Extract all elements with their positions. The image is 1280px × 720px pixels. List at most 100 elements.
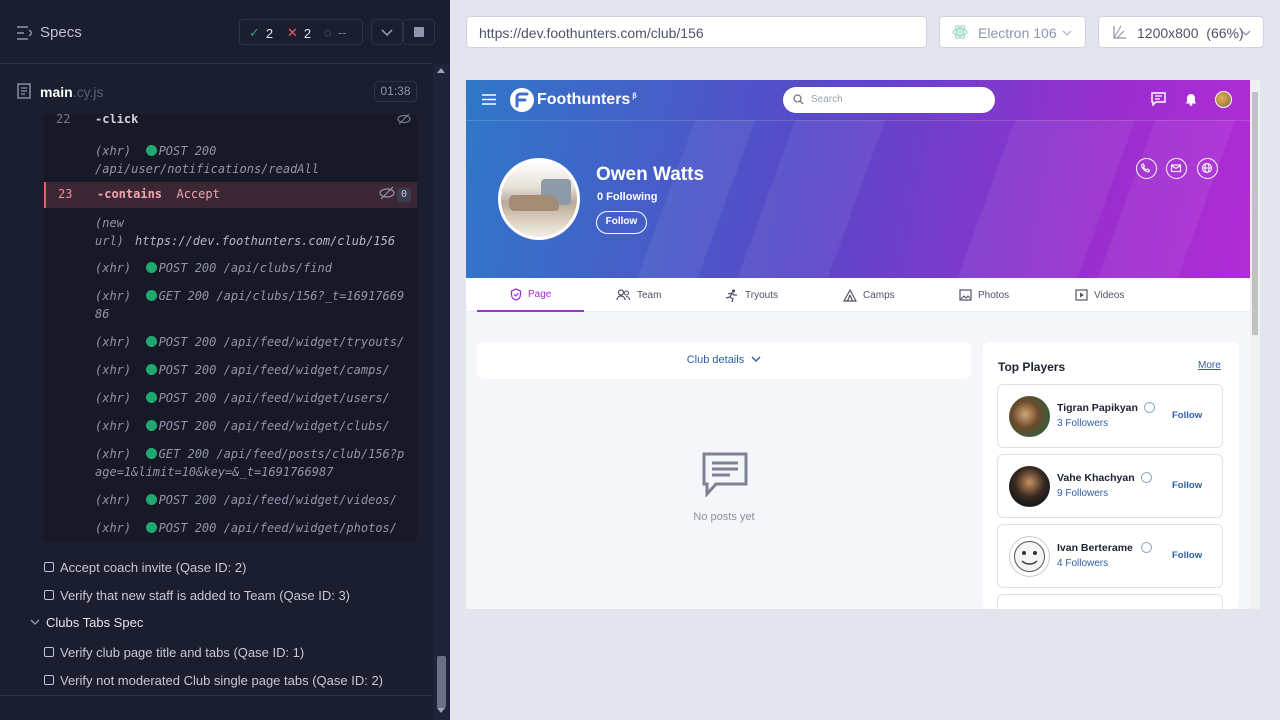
running-icon — [725, 288, 737, 302]
eye-slash-icon — [379, 186, 395, 200]
browser-selector[interactable]: Electron 106 — [939, 16, 1086, 48]
tab-tryouts[interactable]: Tryouts — [724, 278, 778, 312]
follow-player-button[interactable]: Follow — [1172, 410, 1202, 421]
tab-label: Videos — [1094, 289, 1125, 301]
log-entry[interactable]: (xhr) GET 200 /api/feed/posts/club/156?p… — [95, 445, 405, 481]
command-log-scrollbar[interactable] — [433, 64, 450, 720]
command-row[interactable]: 22 -click — [44, 114, 417, 130]
following-count: 0 Following — [597, 191, 658, 203]
player-name: Ivan Berterame — [1057, 542, 1133, 554]
club-hero: Foothunters β Search Owen Watts 0 Followi… — [466, 80, 1250, 278]
test-item[interactable]: Verify club page title and tabs (Qase ID… — [0, 642, 432, 664]
club-details-toggle[interactable]: Club details — [477, 342, 971, 379]
specs-title[interactable]: Specs — [40, 24, 82, 41]
user-avatar[interactable] — [1215, 91, 1232, 108]
log-entry[interactable]: (xhr) POST 200 /api/feed/widget/tryouts/ — [95, 333, 404, 351]
collapse-button[interactable] — [371, 19, 403, 45]
follow-club-button[interactable]: Follow — [596, 211, 647, 234]
suite-item[interactable]: Clubs Tabs Spec — [0, 613, 432, 635]
log-entry[interactable]: (xhr) POST 200 /api/clubs/find — [95, 259, 332, 277]
scroll-down-icon[interactable] — [437, 708, 445, 713]
search-placeholder: Search — [811, 94, 843, 105]
command-log: 22 -click (xhr) POST 200/api/user/notifi… — [44, 114, 417, 542]
scroll-thumb[interactable] — [437, 656, 446, 708]
tab-page[interactable]: Page — [477, 278, 584, 312]
stop-button[interactable] — [403, 19, 435, 45]
status-dot-icon — [145, 420, 157, 431]
specs-list-icon[interactable] — [17, 26, 32, 40]
test-status-checkbox — [44, 590, 54, 600]
search-input[interactable]: Search — [783, 87, 995, 113]
status-dot-icon — [145, 336, 157, 347]
log-entry[interactable]: (xhr) POST 200/api/user/notifications/re… — [95, 142, 319, 178]
command-row-active[interactable]: 23 -contains Accept 0 — [44, 182, 417, 208]
test-item[interactable]: Accept coach invite (Qase ID: 2) — [0, 557, 432, 579]
log-method: POST 200 — [158, 335, 217, 349]
app-scroll-thumb[interactable] — [1252, 92, 1258, 335]
ruler-icon — [1113, 25, 1126, 39]
email-button[interactable] — [1166, 158, 1187, 179]
chat-icon[interactable] — [1151, 92, 1166, 106]
log-url: https://dev.foothunters.com/club/156 — [135, 234, 396, 248]
top-players-title: Top Players — [998, 360, 1066, 374]
player-card[interactable]: Tigran Papikyan 3 Followers Follow — [997, 384, 1223, 448]
tab-label: Photos — [978, 289, 1010, 301]
club-tabs: Page Team Tryouts Camps Photos Videos — [466, 278, 1250, 312]
log-entry[interactable]: (xhr) POST 200 /api/feed/widget/camps/ — [95, 361, 390, 379]
log-method: POST 200 — [158, 521, 217, 535]
viewport-label: 1200x800 (66%) — [1137, 25, 1244, 41]
website-button[interactable] — [1197, 158, 1218, 179]
tab-videos[interactable]: Videos — [1075, 278, 1124, 312]
chevron-down-icon — [751, 356, 761, 362]
users-icon — [616, 289, 631, 301]
chevron-down-icon — [1241, 30, 1251, 36]
test-item[interactable]: Verify that new staff is added to Team (… — [0, 585, 432, 607]
test-item[interactable]: Verify not moderated Club single page ta… — [0, 670, 432, 692]
app-scrollbar[interactable] — [1250, 80, 1260, 609]
log-entry[interactable]: (xhr) POST 200 /api/feed/widget/clubs/ — [95, 417, 390, 435]
log-entry[interactable]: (xhr) POST 200 /api/feed/widget/videos/ — [95, 491, 397, 509]
globe-icon — [1201, 162, 1213, 174]
passed-value: 2 — [265, 25, 274, 41]
command-arg: Accept — [176, 187, 220, 201]
status-dot-icon — [145, 392, 157, 403]
viewport-selector[interactable]: 1200x800 (66%) — [1098, 16, 1264, 48]
player-card[interactable]: Vahe Khachyan 9 Followers Follow — [997, 454, 1223, 518]
player-card[interactable]: Ivan Berterame 4 Followers Follow — [997, 524, 1223, 588]
foothunters-logo-icon[interactable] — [510, 88, 534, 112]
tab-camps[interactable]: Camps — [843, 278, 895, 312]
log-entry[interactable]: (xhr) POST 200 /api/feed/widget/users/ — [95, 389, 390, 407]
divider — [0, 695, 432, 696]
log-url: /api/feed/widget/tryouts/ — [223, 335, 405, 349]
aut-url-bar[interactable]: https://dev.foothunters.com/club/156 — [466, 16, 927, 48]
tab-label: Tryouts — [745, 289, 778, 301]
brand-name[interactable]: Foothunters β — [537, 91, 637, 109]
log-type: (xhr) — [95, 493, 132, 507]
bell-icon[interactable] — [1185, 92, 1197, 106]
player-card[interactable] — [997, 594, 1223, 609]
log-entry[interactable]: (xhr) POST 200 /api/feed/widget/photos/ — [95, 519, 397, 537]
command-name-text: -contains — [97, 187, 163, 201]
message-icon — [702, 452, 748, 497]
log-entry[interactable]: (xhr) GET 200 /api/clubs/156?_t=16917669… — [95, 287, 405, 323]
follow-player-button[interactable]: Follow — [1172, 480, 1202, 491]
more-link[interactable]: More — [1198, 360, 1221, 371]
status-dot-icon — [145, 364, 157, 375]
status-dot-icon — [145, 145, 157, 156]
menu-icon[interactable] — [482, 94, 496, 105]
log-entry[interactable]: (new url) https://dev.foothunters.com/clu… — [95, 214, 395, 250]
follow-player-button[interactable]: Follow — [1172, 550, 1202, 561]
navbar-divider — [466, 120, 1250, 121]
image-icon — [959, 289, 972, 301]
scroll-up-icon[interactable] — [437, 68, 445, 73]
status-dot-icon — [145, 262, 157, 273]
viewport-scale: (66%) — [1206, 25, 1244, 41]
spec-file-name[interactable]: main.cy.js — [40, 84, 104, 100]
mail-icon — [1170, 164, 1182, 173]
phone-button[interactable] — [1136, 158, 1157, 179]
stop-icon — [414, 27, 424, 37]
badge-icon — [1144, 402, 1155, 413]
command-number: 22 — [56, 114, 71, 126]
tab-team[interactable]: Team — [616, 278, 661, 312]
tab-photos[interactable]: Photos — [959, 278, 1009, 312]
